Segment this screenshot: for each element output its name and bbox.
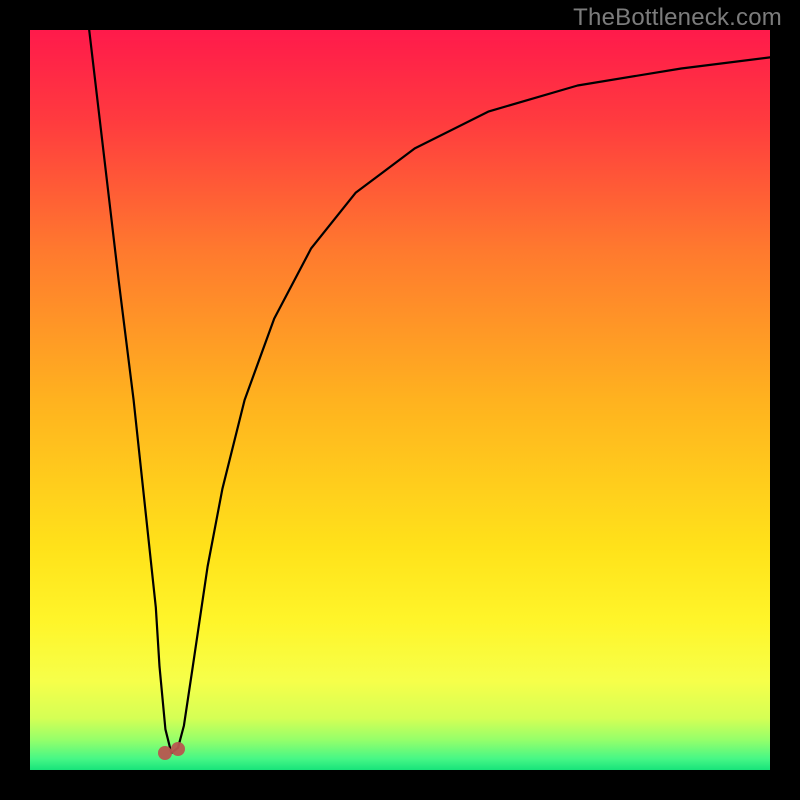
watermark-label: TheBottleneck.com bbox=[573, 4, 782, 32]
chart-frame: TheBottleneck.com bbox=[0, 0, 800, 800]
plot-area bbox=[30, 30, 770, 770]
bottleneck-curve bbox=[30, 30, 770, 770]
